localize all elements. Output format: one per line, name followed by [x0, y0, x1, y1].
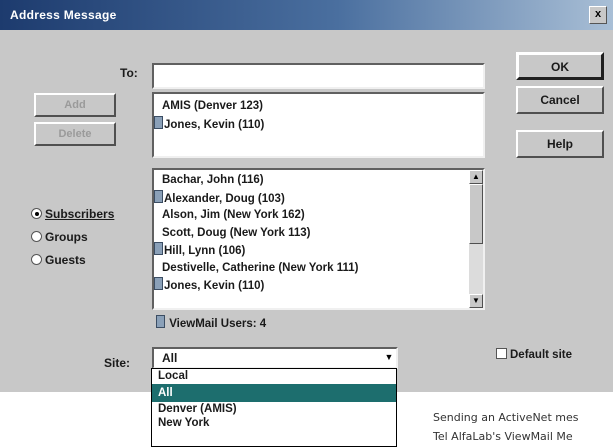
list-item[interactable]: Scott, Doug (New York 113)	[154, 225, 483, 243]
list-item[interactable]: Destivelle, Catherine (New York 111)	[154, 260, 483, 278]
add-button[interactable]: Add	[34, 93, 116, 117]
radio-selected-icon	[31, 208, 42, 219]
list-item[interactable]: Jones, Kevin (110)	[154, 277, 483, 295]
background-text-line2: Tel AlfaLab's ViewMail Me	[433, 430, 573, 443]
background-text-line1: Sending an ActiveNet mes	[433, 411, 579, 424]
site-select[interactable]: All ▼	[152, 347, 398, 369]
address-message-dialog: Address Message x To: OK Cancel Help Add…	[0, 0, 613, 392]
directory-scrollbar[interactable]: ▲ ▼	[469, 170, 483, 308]
site-dropdown-list[interactable]: Local All Denver (AMIS) New York	[151, 368, 397, 447]
mailbox-icon	[156, 315, 165, 328]
dropdown-option-denver[interactable]: Denver (AMIS)	[152, 402, 396, 417]
default-site-checkbox[interactable]: Default site	[496, 348, 572, 361]
help-button[interactable]: Help	[516, 130, 604, 158]
list-item[interactable]: Hill, Lynn (106)	[154, 242, 483, 260]
scroll-thumb[interactable]	[469, 184, 483, 244]
recipients-list[interactable]: AMIS (Denver 123) Jones, Kevin (110)	[152, 92, 485, 158]
list-item[interactable]: Alson, Jim (New York 162)	[154, 207, 483, 225]
chevron-down-icon[interactable]: ▼	[382, 351, 396, 366]
dropdown-option-local[interactable]: Local	[152, 369, 396, 384]
list-item[interactable]: Jones, Kevin (110)	[154, 115, 483, 134]
radio-guests[interactable]: Guests	[31, 253, 86, 267]
to-label: To:	[120, 66, 138, 80]
list-item[interactable]: Bachar, John (116)	[154, 172, 483, 190]
list-item[interactable]: Alexander, Doug (103)	[154, 189, 483, 208]
radio-groups[interactable]: Groups	[31, 230, 88, 244]
dropdown-option-all[interactable]: All	[152, 383, 396, 402]
list-item[interactable]: AMIS (Denver 123)	[154, 98, 483, 116]
arrow-up-icon[interactable]: ▲	[469, 170, 483, 184]
viewmail-users-count: ViewMail Users: 4	[156, 315, 266, 330]
to-input[interactable]	[152, 63, 485, 89]
radio-unselected-icon	[31, 254, 42, 265]
title-bar[interactable]: Address Message x	[0, 0, 613, 30]
arrow-down-icon[interactable]: ▼	[469, 294, 483, 308]
ok-button[interactable]: OK	[516, 52, 604, 80]
mailbox-icon	[154, 277, 163, 290]
directory-list[interactable]: Bachar, John (116) Alexander, Doug (103)…	[152, 168, 485, 310]
checkbox-icon[interactable]	[496, 348, 507, 359]
mailbox-icon	[154, 115, 163, 129]
mailbox-icon	[154, 242, 163, 255]
window-title: Address Message	[10, 8, 117, 22]
radio-subscribers[interactable]: Subscribers	[31, 207, 114, 221]
cancel-button[interactable]: Cancel	[516, 86, 604, 114]
site-label: Site:	[104, 356, 131, 370]
mailbox-icon	[154, 189, 163, 203]
close-button[interactable]: x	[589, 6, 607, 24]
radio-unselected-icon	[31, 231, 42, 242]
delete-button[interactable]: Delete	[34, 122, 116, 146]
dropdown-option-new-york[interactable]: New York	[152, 416, 396, 431]
